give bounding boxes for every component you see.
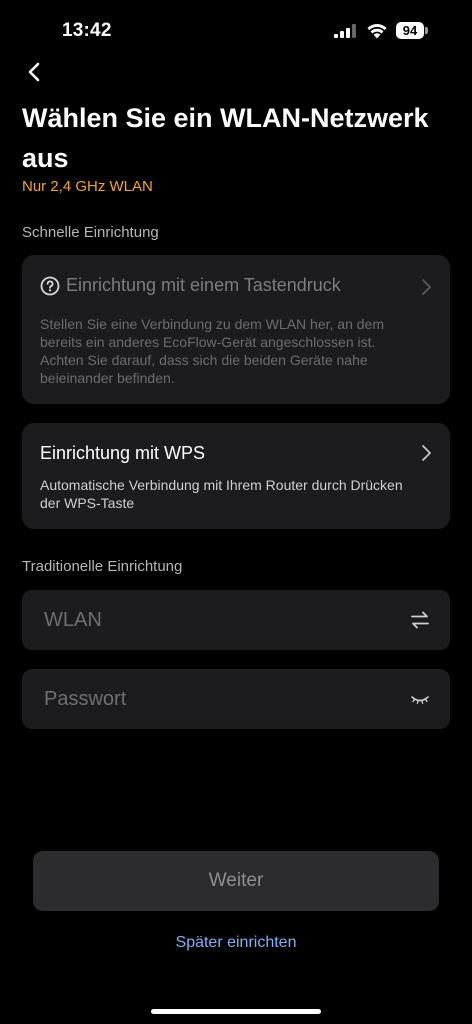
continue-button[interactable]: Weiter [33, 851, 439, 911]
quick-setup-label: Schnelle Einrichtung [22, 224, 159, 241]
home-indicator [151, 1009, 321, 1014]
wifi-network-input[interactable] [22, 590, 392, 650]
chevron-right-icon [422, 279, 431, 295]
one-touch-setup-title-row: Einrichtung mit einem Tastendruck [40, 275, 341, 296]
eye-closed-icon[interactable] [410, 689, 430, 709]
one-touch-setup-description: Stellen Sie eine Verbindung zu dem WLAN … [40, 316, 384, 386]
one-touch-setup-title: Einrichtung mit einem Tastendruck [66, 275, 341, 295]
wps-setup-description: Automatische Verbindung mit Ihrem Router… [40, 477, 403, 511]
swap-arrows-icon[interactable] [410, 610, 430, 630]
page-title: Wählen Sie ein WLAN-Netzwerk aus [22, 103, 429, 173]
wps-setup-card[interactable]: Einrichtung mit WPS Automatische Verbind… [22, 423, 450, 529]
battery-tip [425, 27, 428, 34]
password-input[interactable] [22, 669, 392, 729]
wps-setup-title: Einrichtung mit WPS [40, 443, 206, 463]
cellular-signal-icon [334, 24, 356, 38]
back-chevron-icon[interactable] [22, 58, 48, 86]
wifi-network-field [22, 590, 450, 650]
setup-later-link[interactable]: Später einrichten [0, 934, 472, 952]
chevron-right-icon [422, 445, 431, 461]
traditional-setup-label: Traditionelle Einrichtung [22, 558, 183, 575]
one-touch-setup-card[interactable]: Einrichtung mit einem Tastendruck Stelle… [22, 255, 450, 404]
status-time: 13:42 [62, 20, 112, 41]
password-field [22, 669, 450, 729]
battery-indicator: 94 [396, 22, 424, 39]
wifi-icon [367, 24, 387, 39]
frequency-note: Nur 2,4 GHz WLAN [22, 178, 153, 195]
help-circle-icon [40, 276, 60, 295]
